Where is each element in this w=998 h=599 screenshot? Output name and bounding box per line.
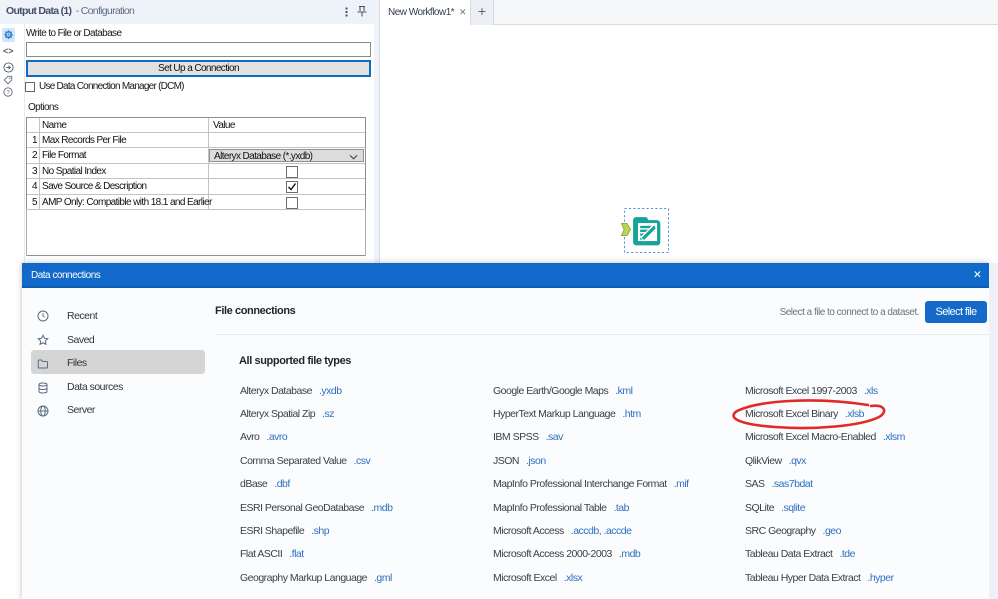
svg-text:?: ? (6, 90, 10, 96)
